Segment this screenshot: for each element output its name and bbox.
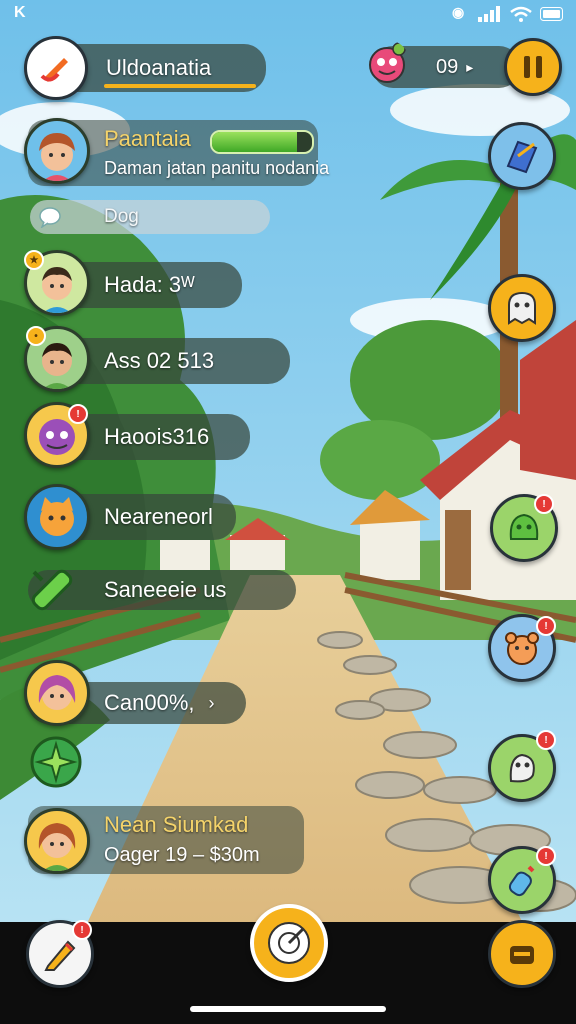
pet-avatar-button[interactable] — [364, 40, 410, 86]
bottle-icon — [508, 865, 535, 897]
featured-detail: Oager 19 – $30m — [104, 844, 260, 866]
home-indicator — [190, 1006, 386, 1012]
carrier-glyph: K — [14, 4, 26, 21]
status-bar: K ◉ — [0, 4, 576, 26]
wifi-icon — [510, 6, 532, 22]
notification-badge: ! — [536, 616, 556, 636]
map-button[interactable] — [488, 122, 556, 190]
monster-face-icon — [369, 42, 406, 83]
notification-badge: ★ — [24, 250, 44, 270]
target-icon — [268, 922, 310, 964]
notification-badge: ! — [68, 404, 88, 424]
battery-icon — [540, 7, 563, 21]
ghost-icon — [508, 291, 536, 325]
energy-bar-fill — [212, 132, 297, 152]
pencil-logo-icon — [40, 58, 68, 82]
featured-name: Nean Siumkad — [104, 812, 249, 837]
list-avatar — [24, 660, 90, 726]
main-action-button[interactable] — [250, 904, 328, 982]
profile-name: Paantaia — [104, 126, 191, 151]
map-icon — [506, 140, 538, 174]
slime-icon — [509, 513, 539, 540]
potion-icon — [22, 562, 82, 622]
profile-avatar[interactable] — [24, 118, 90, 184]
notification-badge: ! — [536, 846, 556, 866]
experience-bar — [104, 84, 256, 88]
signal-icon — [478, 6, 500, 22]
pencil-icon — [44, 940, 76, 971]
pause-icon — [524, 56, 542, 78]
notification-badge: • — [26, 326, 46, 346]
chest-icon — [510, 946, 534, 964]
notification-badge: ! — [72, 920, 92, 940]
sparkle-icon — [30, 736, 82, 788]
resource-arrow: ▸ — [466, 58, 474, 75]
list-avatar — [24, 484, 90, 550]
chevron-right-icon: › — [208, 692, 215, 713]
featured-avatar — [24, 808, 90, 874]
game-logo-button[interactable] — [24, 36, 88, 100]
profile-subtitle: Daman jatan panitu nodania — [104, 158, 330, 178]
notification-badge: ! — [536, 730, 556, 750]
notification-badge: ! — [534, 494, 554, 514]
bear-icon — [505, 632, 539, 665]
speech-bubble-icon — [39, 207, 61, 228]
search-bar[interactable]: Dog — [30, 200, 270, 234]
chest-button[interactable] — [488, 920, 556, 988]
alarm-icon: ◉ — [452, 4, 465, 20]
energy-bar — [210, 130, 314, 154]
spirit-icon — [509, 753, 535, 783]
ghost-button[interactable] — [488, 274, 556, 342]
pause-button[interactable] — [504, 38, 562, 96]
